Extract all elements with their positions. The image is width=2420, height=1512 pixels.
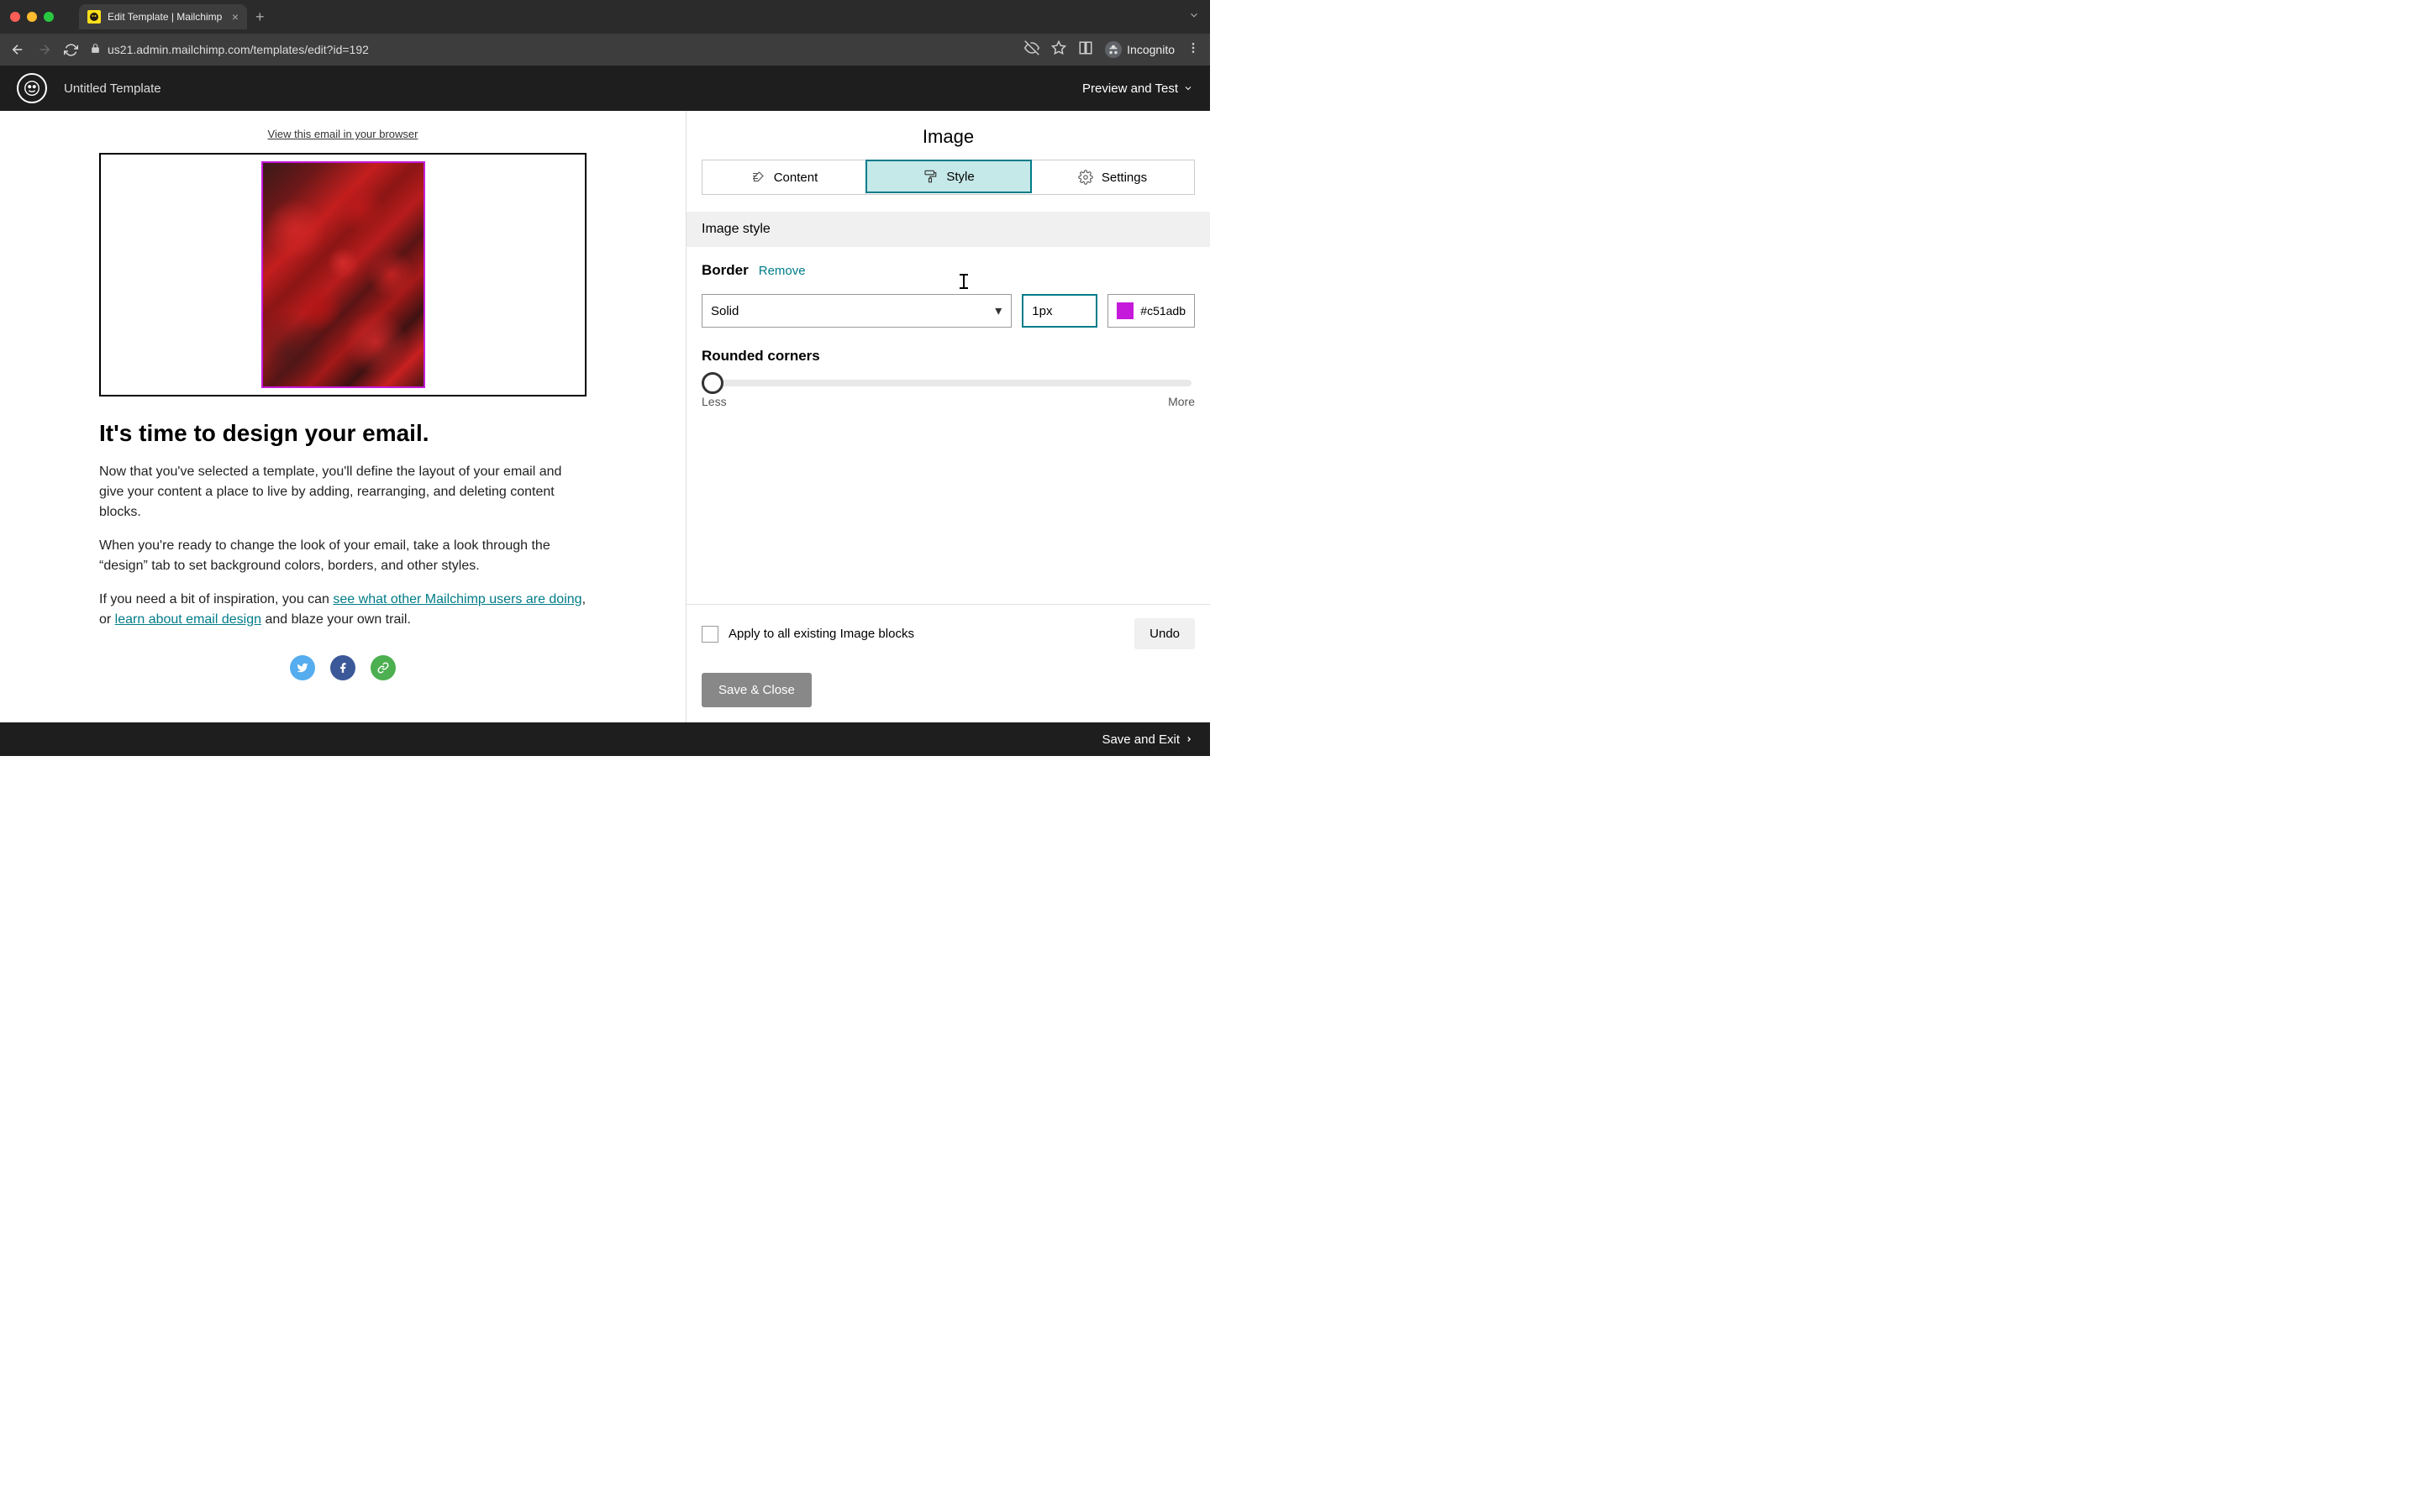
incognito-label: Incognito: [1127, 43, 1175, 56]
lock-icon: [90, 43, 101, 56]
toolbar-right: Incognito: [1024, 40, 1200, 60]
incognito-indicator[interactable]: Incognito: [1105, 41, 1175, 58]
email-canvas[interactable]: View this email in your browser It's tim…: [0, 111, 687, 722]
close-window-button[interactable]: [10, 12, 20, 22]
tab-settings[interactable]: Settings: [1031, 160, 1194, 194]
image-block-selected[interactable]: [99, 153, 587, 396]
social-icons: [99, 655, 587, 680]
slider-handle[interactable]: [702, 372, 723, 394]
tab-content[interactable]: Content: [702, 160, 866, 194]
email-paragraph-1[interactable]: Now that you've selected a template, you…: [99, 462, 587, 522]
new-tab-button[interactable]: +: [255, 8, 265, 26]
slider-track[interactable]: [705, 380, 1192, 386]
view-in-browser-link[interactable]: View this email in your browser: [0, 128, 686, 140]
window-titlebar: Edit Template | Mailchimp × +: [0, 0, 1210, 34]
favicon-icon: [87, 10, 101, 24]
address-bar[interactable]: us21.admin.mailchimp.com/templates/edit?…: [90, 43, 1013, 56]
section-header: Image style: [687, 212, 1210, 247]
window-controls: [10, 12, 54, 22]
pencil-lines-icon: [750, 170, 765, 185]
style-panel: Image Content Style Settings Image style…: [687, 111, 1210, 722]
panel-footer: Apply to all existing Image blocks Undo: [687, 604, 1210, 663]
maximize-window-button[interactable]: [44, 12, 54, 22]
mailchimp-logo-icon[interactable]: [17, 73, 47, 103]
slider-less-label: Less: [702, 395, 727, 408]
panel-body: Border Remove Solid #c51adb Rounded corn…: [687, 247, 1210, 604]
link-email-design[interactable]: learn about email design: [115, 612, 261, 627]
border-width-input[interactable]: [1022, 294, 1097, 328]
reload-button[interactable]: [64, 43, 78, 57]
app-header: Untitled Template Preview and Test: [0, 66, 1210, 111]
border-label: Border: [702, 262, 749, 279]
incognito-icon: [1105, 41, 1122, 58]
rounded-corners-slider[interactable]: [702, 380, 1195, 386]
forward-button[interactable]: [37, 42, 52, 57]
save-close-button[interactable]: Save & Close: [702, 673, 812, 707]
tab-style[interactable]: Style: [865, 160, 1032, 193]
apply-all-checkbox[interactable]: [702, 626, 718, 643]
panel-title: Image: [687, 111, 1210, 160]
extensions-icon[interactable]: [1078, 40, 1093, 60]
menu-icon[interactable]: [1186, 41, 1200, 59]
bottom-bar: Save and Exit: [0, 722, 1210, 756]
color-value: #c51adb: [1140, 304, 1186, 318]
bookmark-icon[interactable]: [1051, 40, 1066, 60]
browser-tab[interactable]: Edit Template | Mailchimp ×: [79, 4, 247, 29]
back-button[interactable]: [10, 42, 25, 57]
rounded-corners-label: Rounded corners: [702, 348, 1195, 365]
border-style-select[interactable]: Solid: [702, 294, 1012, 328]
email-paragraph-2[interactable]: When you're ready to change the look of …: [99, 536, 587, 576]
remove-border-link[interactable]: Remove: [759, 264, 806, 278]
preview-and-test-dropdown[interactable]: Preview and Test: [1082, 81, 1193, 96]
minimize-window-button[interactable]: [27, 12, 37, 22]
slider-more-label: More: [1168, 395, 1195, 408]
facebook-icon[interactable]: [330, 655, 355, 680]
template-name[interactable]: Untitled Template: [64, 81, 161, 96]
link-users-doing[interactable]: see what other Mailchimp users are doing: [333, 592, 581, 606]
gear-icon: [1078, 170, 1093, 185]
twitter-icon[interactable]: [290, 655, 315, 680]
flowers-image[interactable]: [261, 161, 425, 388]
tab-title: Edit Template | Mailchimp: [108, 11, 225, 23]
paint-roller-icon: [923, 169, 938, 184]
save-and-exit-button[interactable]: Save and Exit: [1102, 732, 1193, 747]
url-text: us21.admin.mailchimp.com/templates/edit?…: [108, 43, 369, 56]
tabs-dropdown-icon[interactable]: [1188, 9, 1200, 25]
border-style-dropdown[interactable]: Solid: [702, 294, 1012, 328]
undo-button[interactable]: Undo: [1134, 618, 1195, 649]
email-body: It's time to design your email. Now that…: [99, 153, 587, 680]
apply-all-label: Apply to all existing Image blocks: [729, 627, 914, 641]
browser-toolbar: us21.admin.mailchimp.com/templates/edit?…: [0, 34, 1210, 66]
email-paragraph-3[interactable]: If you need a bit of inspiration, you ca…: [99, 590, 587, 630]
chevron-down-icon: [1183, 83, 1193, 93]
color-swatch: [1117, 302, 1134, 319]
tab-close-icon[interactable]: ×: [232, 10, 239, 24]
chevron-right-icon: [1185, 735, 1193, 743]
eye-off-icon[interactable]: [1024, 40, 1039, 60]
link-icon[interactable]: [371, 655, 396, 680]
border-color-picker[interactable]: #c51adb: [1107, 294, 1195, 328]
workspace: View this email in your browser It's tim…: [0, 111, 1210, 722]
email-heading[interactable]: It's time to design your email.: [99, 420, 587, 447]
panel-tabs: Content Style Settings: [702, 160, 1195, 195]
